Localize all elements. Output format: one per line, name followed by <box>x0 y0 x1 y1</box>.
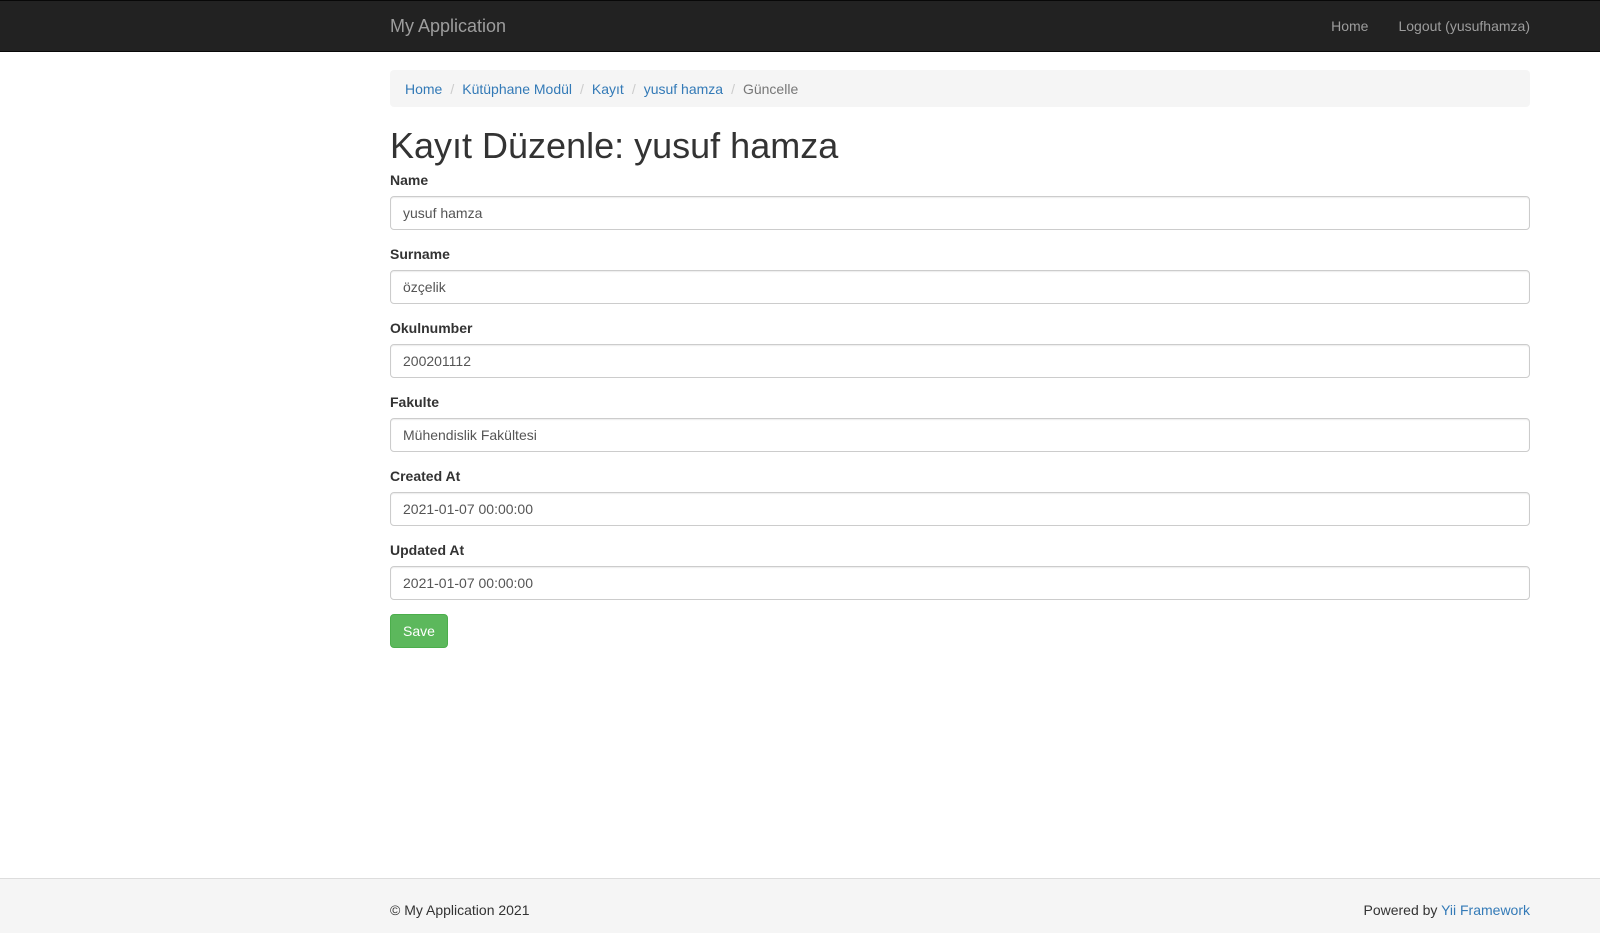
breadcrumb-separator: / <box>580 80 584 97</box>
footer-powered-prefix: Powered by <box>1363 902 1442 918</box>
yii-framework-link[interactable]: Yii Framework <box>1441 902 1530 918</box>
created-at-group: Created At <box>390 468 1530 526</box>
updated-at-group: Updated At <box>390 542 1530 600</box>
footer: © My Application 2021 Powered by Yii Fra… <box>0 878 1600 933</box>
fakulte-input[interactable] <box>390 418 1530 452</box>
nav-home-link[interactable]: Home <box>1331 18 1368 34</box>
created-at-input[interactable] <box>390 492 1530 526</box>
surname-label: Surname <box>390 246 450 262</box>
navbar-menu: Home Logout (yusufhamza) <box>1301 18 1530 34</box>
created-at-label: Created At <box>390 468 461 484</box>
okulnumber-input[interactable] <box>390 344 1530 378</box>
fakulte-group: Fakulte <box>390 394 1530 452</box>
breadcrumb-record[interactable]: yusuf hamza <box>644 81 723 97</box>
breadcrumb-separator: / <box>631 80 636 97</box>
surname-input[interactable] <box>390 270 1530 304</box>
brand-link[interactable]: My Application <box>390 16 506 37</box>
breadcrumb-separator: / <box>731 80 735 97</box>
name-group: Name <box>390 172 1530 230</box>
breadcrumb-kutuphane-modul[interactable]: Kütüphane Modül <box>462 81 572 97</box>
page-title: Kayıt Düzenle: yusuf hamza <box>390 125 839 166</box>
breadcrumb-home[interactable]: Home <box>405 81 442 97</box>
top-navbar: My Application Home Logout (yusufhamza) <box>0 0 1600 52</box>
surname-group: Surname <box>390 246 1530 304</box>
name-input[interactable] <box>390 196 1530 230</box>
edit-record-form: Name Surname Okulnumber Fakulte Created … <box>390 172 1530 648</box>
breadcrumb-kayit[interactable]: Kayıt <box>592 81 624 97</box>
breadcrumb-active: Güncelle <box>742 80 799 97</box>
okulnumber-group: Okulnumber <box>390 320 1530 378</box>
updated-at-label: Updated At <box>390 542 465 558</box>
footer-powered-by: Powered by Yii Framework <box>1363 902 1530 918</box>
nav-logout-link[interactable]: Logout (yusufhamza) <box>1398 18 1530 34</box>
breadcrumb: Home / Kütüphane Modül / Kayıt / yusuf h… <box>390 70 1530 107</box>
name-label: Name <box>390 172 429 188</box>
main-container: Home / Kütüphane Modül / Kayıt / yusuf h… <box>390 70 1530 648</box>
updated-at-input[interactable] <box>390 566 1530 600</box>
fakulte-label: Fakulte <box>390 394 440 410</box>
footer-copyright: © My Application 2021 <box>390 902 530 918</box>
breadcrumb-separator: / <box>450 80 455 97</box>
okulnumber-label: Okulnumber <box>390 320 473 336</box>
save-button[interactable]: Save <box>390 614 448 648</box>
